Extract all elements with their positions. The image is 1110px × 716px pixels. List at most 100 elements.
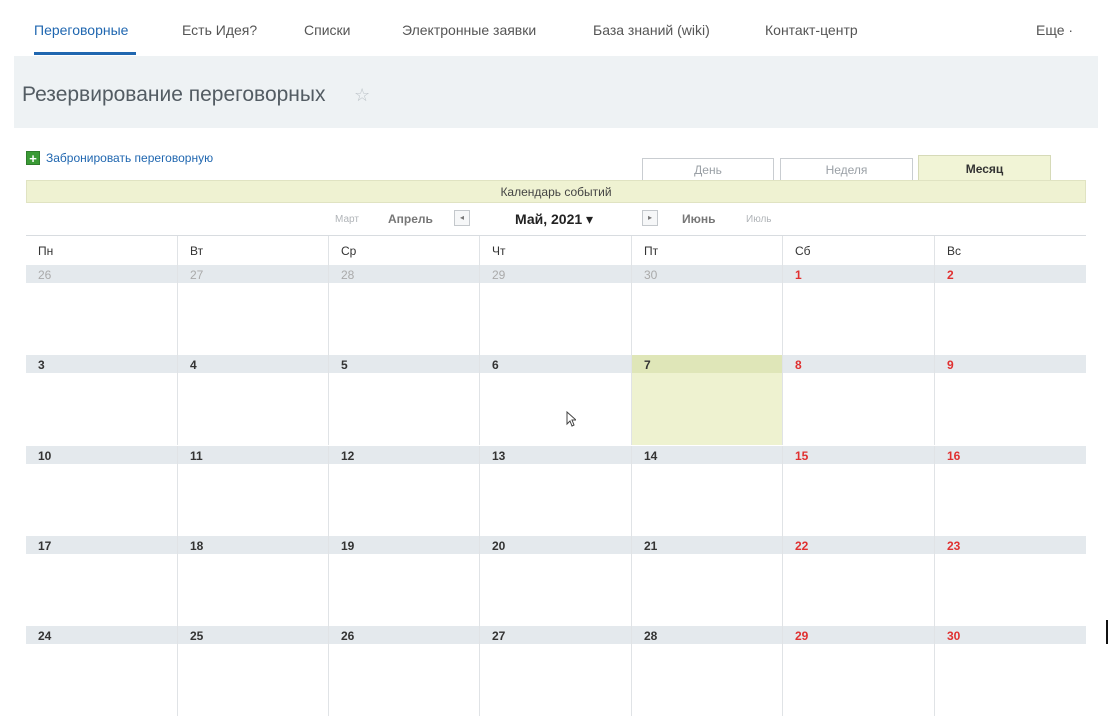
calendar-day-cell[interactable]: 13 [479,446,631,536]
day-number[interactable]: 14 [644,449,657,463]
current-month-dropdown[interactable]: Май, 2021 ▾ [515,211,593,228]
day-number[interactable]: 2 [947,268,954,282]
day-number[interactable]: 22 [795,539,808,553]
nav-item-more[interactable]: Еще · [1036,22,1073,38]
calendar-day-cell[interactable]: 27 [479,626,631,716]
day-number[interactable]: 28 [341,268,354,282]
nav-item-requests[interactable]: Электронные заявки [402,22,536,38]
calendar-day-cell[interactable]: 25 [177,626,328,716]
month-link-june[interactable]: Июнь [682,212,716,226]
month-link-july[interactable]: Июль [746,214,772,225]
calendar-day-cell[interactable]: 26 [26,265,177,355]
day-number[interactable]: 7 [644,358,651,372]
day-number[interactable]: 8 [795,358,802,372]
calendar-day-cell[interactable]: 14 [631,446,782,536]
book-room-button[interactable]: + Забронировать переговорную [26,150,213,168]
calendar-day-cell[interactable]: 17 [26,536,177,626]
day-number[interactable]: 30 [644,268,657,282]
calendar-day-cell[interactable]: 20 [479,536,631,626]
day-number[interactable]: 16 [947,449,960,463]
day-number[interactable]: 20 [492,539,505,553]
day-number[interactable]: 3 [38,358,45,372]
calendar-day-cell[interactable]: 11 [177,446,328,536]
calendar-day-cell[interactable]: 12 [328,446,479,536]
day-number[interactable]: 11 [190,449,203,463]
day-number[interactable]: 13 [492,449,505,463]
day-number[interactable]: 17 [38,539,51,553]
calendar-day-cell[interactable]: 23 [934,536,1086,626]
day-number[interactable]: 18 [190,539,203,553]
calendar-day-cell[interactable]: 18 [177,536,328,626]
day-number[interactable]: 9 [947,358,954,372]
mouse-cursor-icon [566,411,576,427]
calendar-day-cell[interactable]: 21 [631,536,782,626]
day-number[interactable]: 30 [947,629,960,643]
weekday-sun: Вс [934,236,1086,266]
calendar-day-cell[interactable]: 16 [934,446,1086,536]
calendar-day-cell[interactable]: 1 [782,265,934,355]
day-number[interactable]: 6 [492,358,499,372]
calendar-day-cell[interactable]: 29 [479,265,631,355]
day-number[interactable]: 26 [341,629,354,643]
tab-month[interactable]: Месяц [918,155,1051,181]
day-number[interactable]: 19 [341,539,354,553]
month-navigation: Март Апрель ◂ Май, 2021 ▾ ▸ Июнь Июль [26,203,1086,235]
calendar-day-cell[interactable]: 30 [934,626,1086,716]
weekday-sat: Сб [782,236,934,266]
day-number[interactable]: 12 [341,449,354,463]
calendar-day-cell[interactable]: 24 [26,626,177,716]
nav-item-meeting-rooms[interactable]: Переговорные [34,22,128,38]
day-number[interactable]: 27 [190,268,203,282]
nav-item-wiki[interactable]: База знаний (wiki) [593,22,710,38]
book-room-label: Забронировать переговорную [46,150,214,165]
day-number[interactable]: 10 [38,449,51,463]
calendar-day-cell[interactable]: 27 [177,265,328,355]
day-number[interactable]: 29 [795,629,808,643]
day-number[interactable]: 26 [38,268,51,282]
calendar-day-cell[interactable]: 9 [934,355,1086,445]
day-number[interactable]: 24 [38,629,51,643]
calendar-day-cell[interactable]: 3 [26,355,177,445]
active-tab-indicator [34,52,136,55]
weekday-header-row: Пн Вт Ср Чт Пт Сб Вс [26,235,1086,266]
month-link-march[interactable]: Март [335,214,359,225]
day-number[interactable]: 15 [795,449,808,463]
day-number[interactable]: 4 [190,358,197,372]
calendar-day-cell[interactable]: 15 [782,446,934,536]
favorite-star-icon[interactable]: ☆ [354,85,370,106]
nav-item-ideas[interactable]: Есть Идея? [182,22,257,38]
tab-day[interactable]: День [642,158,774,180]
day-number[interactable]: 28 [644,629,657,643]
calendar-week-row: 3 4 5 6 7 8 9 [26,355,1086,445]
nav-item-lists[interactable]: Списки [304,22,350,38]
calendar-day-cell[interactable]: 10 [26,446,177,536]
day-number[interactable]: 5 [341,358,348,372]
plus-icon: + [26,150,40,165]
day-number[interactable]: 23 [947,539,960,553]
tab-week[interactable]: Неделя [780,158,913,180]
day-number[interactable]: 29 [492,268,505,282]
calendar-day-cell[interactable]: 28 [631,626,782,716]
calendar-day-cell[interactable]: 8 [782,355,934,445]
calendar-day-cell[interactable]: 4 [177,355,328,445]
day-number[interactable]: 25 [190,629,203,643]
calendar-day-cell[interactable]: 19 [328,536,479,626]
calendar-day-cell[interactable]: 30 [631,265,782,355]
calendar-day-cell[interactable]: 5 [328,355,479,445]
month-link-april[interactable]: Апрель [388,212,433,226]
day-number[interactable]: 27 [492,629,505,643]
prev-month-icon[interactable]: ◂ [454,210,470,226]
next-month-icon[interactable]: ▸ [642,210,658,226]
calendar-header: Календарь событий [26,180,1086,203]
calendar-day-cell[interactable]: 6 [479,355,631,445]
calendar-day-cell[interactable]: 26 [328,626,479,716]
calendar-day-cell[interactable]: 2 [934,265,1086,355]
day-number[interactable]: 1 [795,268,802,282]
calendar-day-today[interactable]: 7 [631,355,782,445]
calendar-day-cell[interactable]: 28 [328,265,479,355]
top-navigation: Переговорные Есть Идея? Списки Электронн… [14,0,1098,56]
calendar-day-cell[interactable]: 22 [782,536,934,626]
calendar-day-cell[interactable]: 29 [782,626,934,716]
day-number[interactable]: 21 [644,539,657,553]
nav-item-contact-center[interactable]: Контакт-центр [765,22,858,38]
